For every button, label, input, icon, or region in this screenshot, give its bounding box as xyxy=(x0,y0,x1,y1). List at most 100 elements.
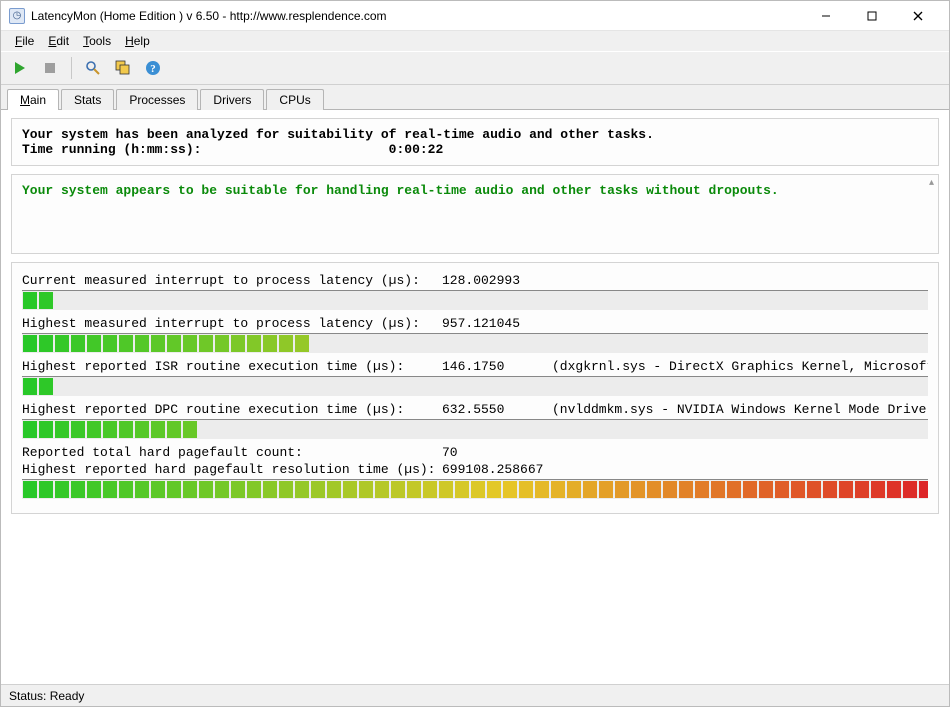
bar-segment xyxy=(519,481,533,498)
svg-text:?: ? xyxy=(150,63,156,75)
metrics-panel: Current measured interrupt to process la… xyxy=(11,262,939,514)
bar-segment xyxy=(167,481,181,498)
bar-segment xyxy=(55,481,69,498)
bar-segment xyxy=(775,481,789,498)
bar-segment xyxy=(855,481,869,498)
maximize-button[interactable] xyxy=(849,1,895,31)
highest-isr-bar xyxy=(22,376,928,396)
current-latency-value: 128.002993 xyxy=(442,273,552,288)
bar-segment xyxy=(119,335,133,352)
bar-segment xyxy=(39,292,53,309)
bar-segment xyxy=(183,421,197,438)
bar-segment xyxy=(151,421,165,438)
bar-segment xyxy=(71,481,85,498)
bar-segment xyxy=(679,481,693,498)
bar-segment xyxy=(151,481,165,498)
bar-segment xyxy=(231,335,245,352)
start-button[interactable] xyxy=(7,55,33,81)
bar-segment xyxy=(791,481,805,498)
menu-edit[interactable]: Edit xyxy=(42,32,75,50)
highest-dpc-bar xyxy=(22,419,928,439)
tab-main[interactable]: Main xyxy=(7,89,59,110)
help-button[interactable]: ? xyxy=(140,55,166,81)
bar-segment xyxy=(23,292,37,309)
bar-segment xyxy=(135,335,149,352)
highest-isr-row: Highest reported ISR routine execution t… xyxy=(22,359,928,374)
bar-segment xyxy=(199,481,213,498)
bar-segment xyxy=(711,481,725,498)
tab-stats[interactable]: Stats xyxy=(61,89,114,110)
bar-segment xyxy=(39,421,53,438)
bar-segment xyxy=(119,421,133,438)
bar-segment xyxy=(743,481,757,498)
bar-segment xyxy=(39,481,53,498)
close-button[interactable] xyxy=(895,1,941,31)
status-message: Your system appears to be suitable for h… xyxy=(22,183,928,198)
window-title: LatencyMon (Home Edition ) v 6.50 - http… xyxy=(31,9,803,23)
bar-segment xyxy=(231,481,245,498)
bar-segment xyxy=(423,481,437,498)
menu-help[interactable]: Help xyxy=(119,32,156,50)
bar-segment xyxy=(503,481,517,498)
header-panel: Your system has been analyzed for suitab… xyxy=(11,118,939,166)
bar-segment xyxy=(87,481,101,498)
menu-tools[interactable]: Tools xyxy=(77,32,117,50)
bar-segment xyxy=(439,481,453,498)
bar-segment xyxy=(407,481,421,498)
bar-segment xyxy=(471,481,485,498)
bar-segment xyxy=(55,421,69,438)
windows-button[interactable] xyxy=(110,55,136,81)
menu-file[interactable]: File xyxy=(9,32,40,50)
bar-segment xyxy=(87,335,101,352)
bar-segment xyxy=(279,481,293,498)
bar-segment xyxy=(151,335,165,352)
bar-segment xyxy=(727,481,741,498)
bar-segment xyxy=(183,481,197,498)
bar-segment xyxy=(55,335,69,352)
bar-segment xyxy=(199,335,213,352)
bar-segment xyxy=(183,335,197,352)
bar-segment xyxy=(823,481,837,498)
minimize-button[interactable] xyxy=(803,1,849,31)
tab-processes[interactable]: Processes xyxy=(116,89,198,110)
bar-segment xyxy=(535,481,549,498)
bar-segment xyxy=(903,481,917,498)
search-button[interactable] xyxy=(80,55,106,81)
highest-isr-label: Highest reported ISR routine execution t… xyxy=(22,359,442,374)
bar-segment xyxy=(455,481,469,498)
statusbar: Status: Ready xyxy=(1,684,949,706)
bar-segment xyxy=(103,335,117,352)
status-panel: Your system appears to be suitable for h… xyxy=(11,174,939,254)
bar-segment xyxy=(135,481,149,498)
bar-segment xyxy=(807,481,821,498)
stop-button[interactable] xyxy=(37,55,63,81)
time-running-label: Time running (h:mm:ss): xyxy=(22,142,201,157)
bar-segment xyxy=(295,481,309,498)
toolbar-separator xyxy=(71,57,72,79)
bar-segment xyxy=(215,481,229,498)
bar-segment xyxy=(887,481,901,498)
bar-segment xyxy=(263,335,277,352)
bar-segment xyxy=(567,481,581,498)
highest-isr-value: 146.1750 xyxy=(442,359,552,374)
bar-segment xyxy=(247,481,261,498)
bar-segment xyxy=(167,421,181,438)
bar-segment xyxy=(39,378,53,395)
current-latency-label: Current measured interrupt to process la… xyxy=(22,273,442,288)
pagefault-count-label: Reported total hard pagefault count: xyxy=(22,445,442,460)
app-icon: ◷ xyxy=(9,8,25,24)
bar-segment xyxy=(391,481,405,498)
tab-drivers[interactable]: Drivers xyxy=(200,89,264,110)
current-latency-bar xyxy=(22,290,928,310)
titlebar: ◷ LatencyMon (Home Edition ) v 6.50 - ht… xyxy=(1,1,949,31)
bar-segment xyxy=(583,481,597,498)
bar-segment xyxy=(871,481,885,498)
header-line1: Your system has been analyzed for suitab… xyxy=(22,127,928,142)
pagefault-count-value: 70 xyxy=(442,445,552,460)
bar-segment xyxy=(919,481,928,498)
bar-segment xyxy=(631,481,645,498)
highest-isr-extra: (dxgkrnl.sys - DirectX Graphics Kernel, … xyxy=(552,359,928,374)
bar-segment xyxy=(487,481,501,498)
scroll-up-icon[interactable]: ▴ xyxy=(929,177,934,188)
tab-cpus[interactable]: CPUs xyxy=(266,89,323,110)
